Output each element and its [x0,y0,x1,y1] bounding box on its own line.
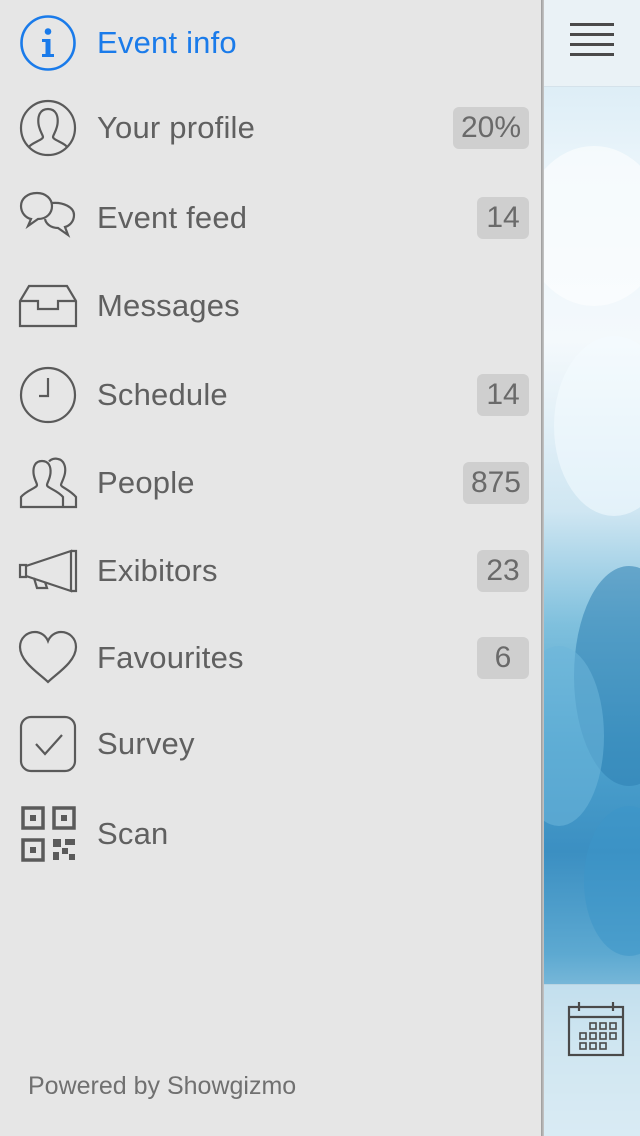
menu-item-schedule[interactable]: Schedule 14 [0,355,541,435]
chat-bubbles-icon [18,188,78,248]
menu-item-event-feed[interactable]: Event feed 14 [0,178,541,258]
menu-item-label: Event info [97,25,237,60]
background-photo [544,86,640,984]
info-icon [18,13,78,73]
menu-item-label: Scan [97,816,169,851]
powered-by-footer: Powered by Showgizmo [28,1072,297,1100]
count-badge: 6 [477,637,529,679]
heart-icon [18,628,78,688]
menu-item-label: Favourites [97,640,244,675]
menu-item-survey[interactable]: Survey [0,704,541,784]
inbox-tray-icon [18,276,78,336]
megaphone-icon [18,541,78,601]
menu-item-exibitors[interactable]: Exibitors 23 [0,531,541,611]
menu-item-label: Event feed [97,200,248,235]
menu-item-event-info[interactable]: Event info [0,3,541,83]
menu-item-label: Schedule [97,377,228,412]
menu-item-label: Exibitors [97,553,218,588]
menu-item-label: Your profile [97,110,256,145]
count-badge: 23 [477,550,529,592]
qr-code-icon [18,804,78,864]
menu-item-your-profile[interactable]: Your profile 20% [0,88,541,168]
side-menu: Event info Your profile 20% Event feed 1… [0,0,541,1136]
count-badge: 875 [462,462,529,504]
top-bar [544,0,640,87]
count-badge: 14 [477,374,529,416]
menu-item-messages[interactable]: Messages [0,266,541,346]
menu-item-people[interactable]: People 875 [0,443,541,523]
menu-item-label: Survey [97,726,195,761]
people-icon [18,453,78,513]
bottom-bar [544,984,640,1136]
profile-icon [18,98,78,158]
clock-icon [18,365,78,425]
menu-item-label: Messages [97,288,240,323]
progress-badge: 20% [452,107,529,149]
content-preview-panel[interactable] [544,0,640,1136]
menu-item-favourites[interactable]: Favourites 6 [0,618,541,698]
checkbox-icon [18,714,78,774]
menu-item-label: People [97,465,195,500]
app-screen: Event info Your profile 20% Event feed 1… [0,0,640,1136]
count-badge: 14 [477,197,529,239]
hamburger-menu-icon[interactable] [570,23,614,57]
calendar-icon[interactable] [566,999,626,1059]
menu-item-scan[interactable]: Scan [0,794,541,874]
